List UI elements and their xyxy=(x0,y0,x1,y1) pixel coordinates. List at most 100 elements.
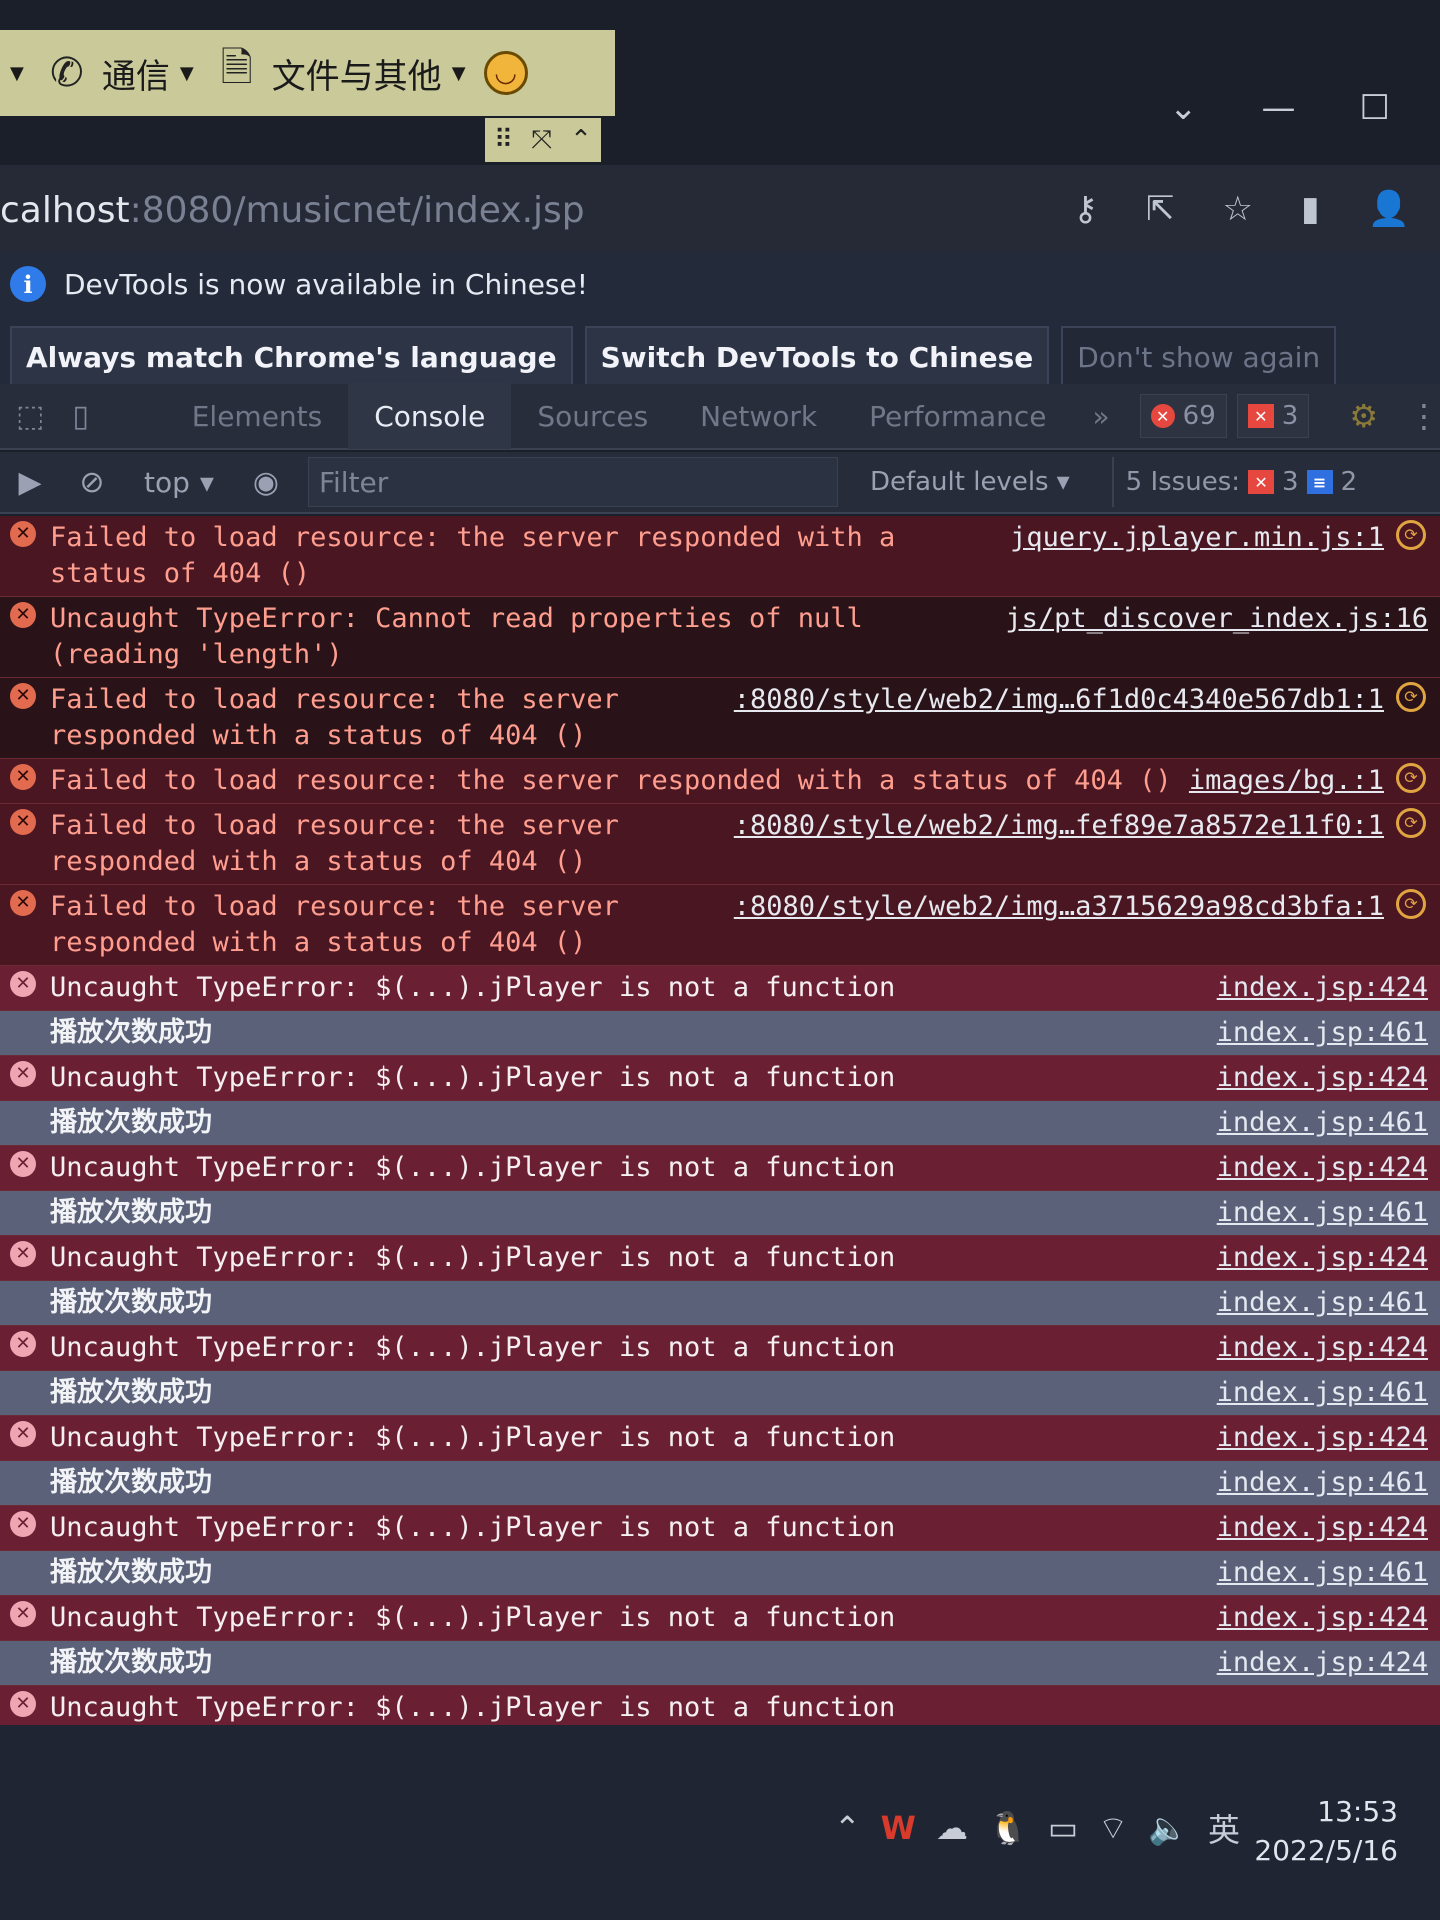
console-log-row[interactable]: ✕播放次数成功index.jsp:461 xyxy=(0,1371,1440,1416)
qq-icon[interactable]: 🐧 xyxy=(988,1809,1028,1847)
console-log-row[interactable]: ✕播放次数成功index.jsp:461 xyxy=(0,1461,1440,1506)
minimize-icon[interactable]: — xyxy=(1262,88,1296,128)
network-request-icon[interactable]: ⟳ xyxy=(1396,763,1426,793)
network-request-icon[interactable]: ⟳ xyxy=(1396,889,1426,919)
device-icon[interactable]: ▭ xyxy=(1048,1809,1078,1847)
comm-menu[interactable]: ✆ 通信 ▼ xyxy=(42,48,194,98)
console-log-row[interactable]: ✕播放次数成功index.jsp:461 xyxy=(0,1551,1440,1596)
console-error-row[interactable]: ✕ Uncaught TypeError: $(...).jPlayer is n… xyxy=(0,1596,1440,1641)
console-error-row[interactable]: ✕ Uncaught TypeError: $(...).jPlayer is n… xyxy=(0,1506,1440,1551)
source-link[interactable]: index.jsp:461 xyxy=(1207,1101,1440,1145)
tab-console[interactable]: Console xyxy=(348,383,512,449)
source-link[interactable]: js/pt_discover_index.js:16 xyxy=(995,597,1440,641)
address-bar[interactable]: calhost :8080/musicnet/index.jsp ⚷ ⇱ ☆ ▮… xyxy=(0,165,1440,255)
source-link[interactable]: index.jsp:424 xyxy=(1207,1641,1440,1685)
console-log-row[interactable]: ✕播放次数成功index.jsp:461 xyxy=(0,1011,1440,1056)
wifi-icon[interactable]: ⌔ xyxy=(1098,1808,1128,1848)
console-error-row[interactable]: ✕ Uncaught TypeError: Cannot read propert… xyxy=(0,597,1440,678)
console-error-row[interactable]: ✕ Uncaught TypeError: $(...).jPlayer is n… xyxy=(0,1686,1440,1726)
tab-sources[interactable]: Sources xyxy=(511,383,674,449)
star-icon[interactable]: ☆ xyxy=(1222,189,1252,229)
network-request-icon[interactable]: ⟳ xyxy=(1396,682,1426,712)
console-error-row[interactable]: ✕ Failed to load resource: the server res… xyxy=(0,885,1440,966)
more-tabs-button[interactable]: » xyxy=(1073,400,1130,433)
console-log-row[interactable]: ✕播放次数成功index.jsp:461 xyxy=(0,1281,1440,1326)
source-link[interactable]: index.jsp:424 xyxy=(1207,966,1440,1010)
share-icon[interactable]: ⇱ xyxy=(1146,189,1175,229)
network-request-icon[interactable]: ⟳ xyxy=(1396,520,1426,550)
source-link[interactable]: index.jsp:424 xyxy=(1207,1236,1440,1280)
console-error-row[interactable]: ✕ Uncaught TypeError: $(...).jPlayer is n… xyxy=(0,1236,1440,1281)
device-toggle-icon[interactable]: ▯ xyxy=(72,399,89,434)
kebab-menu-icon[interactable]: ⋮ xyxy=(1408,397,1440,435)
warning-count-badge[interactable]: ✕ 3 xyxy=(1236,394,1310,438)
source-link[interactable]: index.jsp:424 xyxy=(1207,1146,1440,1190)
source-link[interactable]: images/bg.:1 xyxy=(1179,759,1396,803)
source-link[interactable]: index.jsp:461 xyxy=(1207,1281,1440,1325)
context-selector[interactable]: top ▾ xyxy=(144,466,214,499)
maximize-icon[interactable]: ☐ xyxy=(1360,88,1390,128)
console-error-row[interactable]: ✕ Failed to load resource: the server res… xyxy=(0,804,1440,885)
chevron-down-icon[interactable]: ▼ xyxy=(10,63,24,84)
source-link[interactable]: index.jsp:424 xyxy=(1207,1326,1440,1370)
fullscreen-icon[interactable]: ⤧ xyxy=(531,125,552,156)
filter-input[interactable] xyxy=(307,457,838,507)
source-link[interactable]: :8080/style/web2/img…a3715629a98cd3bfa:1 xyxy=(724,885,1396,929)
source-link[interactable]: index.jsp:461 xyxy=(1207,1191,1440,1235)
source-link[interactable]: index.jsp:461 xyxy=(1207,1551,1440,1595)
sidebar-toggle-icon[interactable]: ▶ xyxy=(10,465,50,500)
source-link[interactable]: index.jsp:461 xyxy=(1207,1011,1440,1055)
key-icon[interactable]: ⚷ xyxy=(1073,189,1098,229)
inspect-icon[interactable]: ⬚ xyxy=(16,399,44,434)
console-error-row[interactable]: ✕ Uncaught TypeError: $(...).jPlayer is n… xyxy=(0,1416,1440,1461)
cloud-icon[interactable]: ☁ xyxy=(936,1809,968,1847)
source-link[interactable]: index.jsp:424 xyxy=(1207,1506,1440,1550)
sidepanel-icon[interactable]: ▮ xyxy=(1301,189,1320,229)
console-error-row[interactable]: ✕ Uncaught TypeError: $(...).jPlayer is n… xyxy=(0,966,1440,1011)
console-error-row[interactable]: ✕ Uncaught TypeError: $(...).jPlayer is n… xyxy=(0,1056,1440,1101)
console-error-row[interactable]: ✕ Uncaught TypeError: $(...).jPlayer is n… xyxy=(0,1146,1440,1191)
ime-indicator[interactable]: 英 xyxy=(1208,1805,1240,1851)
grip-icon[interactable]: ⠿ xyxy=(494,125,513,155)
tab-elements[interactable]: Elements xyxy=(166,383,349,449)
source-link[interactable]: index.jsp:424 xyxy=(1207,1596,1440,1640)
volume-icon[interactable]: 🔈 xyxy=(1148,1809,1188,1847)
issues-error-count: 3 xyxy=(1282,467,1299,497)
wps-icon[interactable]: W xyxy=(881,1809,916,1847)
clear-console-icon[interactable]: ⊘ xyxy=(72,465,112,500)
source-link[interactable]: index.jsp:461 xyxy=(1207,1371,1440,1415)
gear-icon[interactable]: ⚙ xyxy=(1349,397,1378,435)
console-error-row[interactable]: ✕ Failed to load resource: the server res… xyxy=(0,516,1440,597)
source-link[interactable]: index.jsp:424 xyxy=(1207,1056,1440,1100)
chevron-up-icon[interactable]: ⌃ xyxy=(570,125,592,155)
error-count-badge[interactable]: ✕ 69 xyxy=(1139,394,1227,438)
console-log-row[interactable]: ✕播放次数成功index.jsp:461 xyxy=(0,1101,1440,1146)
dont-show-button[interactable]: Don't show again xyxy=(1061,326,1337,388)
chevron-down-icon[interactable]: ⌄ xyxy=(1169,88,1198,128)
source-link[interactable]: index.jsp:461 xyxy=(1207,1461,1440,1505)
network-request-icon[interactable]: ⟳ xyxy=(1396,808,1426,838)
console-log-row[interactable]: ✕播放次数成功index.jsp:461 xyxy=(0,1191,1440,1236)
always-match-button[interactable]: Always match Chrome's language xyxy=(10,326,573,388)
eye-icon[interactable]: ◉ xyxy=(246,465,286,500)
console-log-row[interactable]: ✕播放次数成功index.jsp:424 xyxy=(0,1641,1440,1686)
chevron-up-icon[interactable]: ⌃ xyxy=(834,1809,861,1847)
context-label: top xyxy=(144,465,190,499)
source-link[interactable]: jquery.jplayer.min.js:1 xyxy=(1000,516,1396,560)
tab-performance[interactable]: Performance xyxy=(843,383,1072,449)
source-link[interactable]: index.jsp:424 xyxy=(1207,1416,1440,1460)
smiley-icon[interactable]: ◡ xyxy=(483,51,528,95)
source-link[interactable]: :8080/style/web2/img…6f1d0c4340e567db1:1 xyxy=(724,678,1396,722)
files-menu[interactable]: 🗎 文件与其他 ▼ xyxy=(212,45,466,98)
tab-network[interactable]: Network xyxy=(674,383,843,449)
console-error-row[interactable]: ✕ Failed to load resource: the server res… xyxy=(0,759,1440,804)
source-link[interactable] xyxy=(1418,1686,1440,1694)
levels-dropdown[interactable]: Default levels ▾ xyxy=(870,467,1070,497)
profile-icon[interactable]: 👤 xyxy=(1368,189,1410,229)
console-error-row[interactable]: ✕ Failed to load resource: the server res… xyxy=(0,678,1440,759)
clock[interactable]: 13:53 2022/5/16 xyxy=(1254,1795,1398,1867)
console-error-row[interactable]: ✕ Uncaught TypeError: $(...).jPlayer is n… xyxy=(0,1326,1440,1371)
issues-button[interactable]: 5 Issues: ✕ 3 ≡ 2 xyxy=(1111,457,1369,507)
switch-chinese-button[interactable]: Switch DevTools to Chinese xyxy=(584,326,1050,388)
source-link[interactable]: :8080/style/web2/img…fef89e7a8572e11f0:1 xyxy=(724,804,1396,848)
